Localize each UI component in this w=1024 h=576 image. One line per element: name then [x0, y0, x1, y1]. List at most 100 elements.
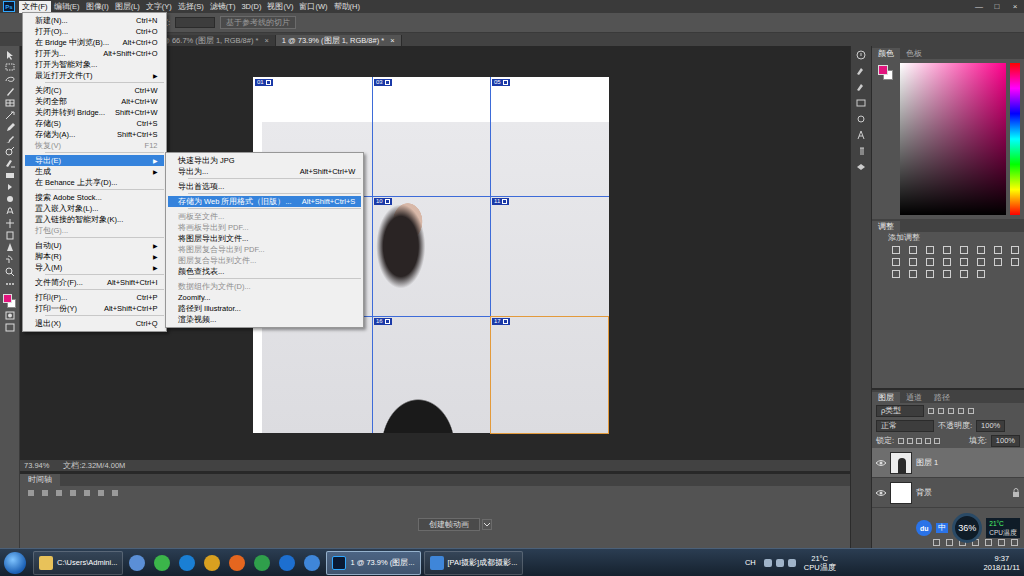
foreground-swatch[interactable] [3, 294, 12, 303]
menu-item-row[interactable]: 导出首选项... [168, 181, 361, 192]
menu-item-row[interactable]: 文件简介(F)...Alt+Shift+Ctrl+I [25, 277, 164, 288]
pinned-app[interactable] [226, 552, 248, 574]
tab-close-button[interactable]: × [390, 35, 394, 46]
hue-slider[interactable] [1010, 63, 1020, 215]
animation-mode-dropdown[interactable] [482, 519, 492, 530]
panel-tab[interactable]: 路径 [928, 392, 956, 403]
tool-button[interactable] [4, 278, 16, 288]
adjustment-button[interactable] [943, 270, 951, 278]
tray-icon[interactable] [788, 559, 796, 567]
lock-button[interactable] [898, 438, 904, 444]
document-tab[interactable]: 1 @ 66.7% (图层 1, RGB/8#) *× [150, 35, 276, 46]
pinned-app[interactable] [201, 552, 223, 574]
document-tab[interactable]: 1 @ 73.9% (图层 1, RGB/8#) *× [276, 35, 402, 46]
tool-button[interactable] [4, 74, 16, 84]
slice[interactable]: 05 [490, 77, 609, 195]
menu-item-row[interactable]: 脚本(R)▶ [25, 251, 164, 262]
slice[interactable]: 16 [372, 316, 491, 434]
pinned-app[interactable] [251, 552, 273, 574]
menu-item-row[interactable]: 在 Behance 上共享(D)... [25, 177, 164, 188]
adjustment-button[interactable] [892, 246, 900, 254]
panel-toggle-button[interactable] [855, 66, 867, 76]
menu-bar-item[interactable]: 滤镜(T) [207, 1, 239, 13]
pinned-app[interactable] [301, 552, 323, 574]
menu-bar-item[interactable]: 图层(L) [112, 1, 143, 13]
tool-button[interactable] [4, 218, 16, 228]
menu-item-row[interactable]: 存储为(A)...Shift+Ctrl+S [25, 129, 164, 140]
tray-icon[interactable] [764, 559, 772, 567]
menu-item-row[interactable]: 路径到 Illustrator... [168, 303, 361, 314]
adjustment-button[interactable] [994, 258, 1002, 266]
menu-bar-item[interactable]: 帮助(H) [331, 1, 363, 13]
layer-action-button[interactable] [998, 539, 1005, 546]
slice[interactable]: 10 [372, 196, 491, 314]
adjustment-button[interactable] [977, 270, 985, 278]
adjustments-tab[interactable]: 调整 [872, 221, 900, 232]
visibility-toggle[interactable] [876, 459, 886, 467]
menu-item-row[interactable]: 打开为智能对象... [25, 59, 164, 70]
menu-item-row[interactable]: 关闭全部Alt+Ctrl+W [25, 96, 164, 107]
lock-button[interactable] [925, 438, 931, 444]
tool-button[interactable] [4, 146, 16, 156]
panel-toggle-button[interactable] [855, 82, 867, 92]
panel-toggle-button[interactable] [855, 50, 867, 60]
adjustment-button[interactable] [977, 246, 985, 254]
screen-mode-button[interactable] [4, 322, 16, 332]
filter-button[interactable] [928, 408, 934, 414]
tool-button[interactable] [4, 98, 16, 108]
pinned-app[interactable] [126, 552, 148, 574]
layer-action-button[interactable] [946, 539, 953, 546]
menu-item-row[interactable]: 导出为...Alt+Shift+Ctrl+W [168, 166, 361, 177]
slice[interactable]: 03 [372, 77, 491, 195]
panel-toggle-button[interactable] [855, 130, 867, 140]
menu-bar-item[interactable]: 图像(I) [83, 1, 112, 13]
menu-item-row[interactable]: 存储为 Web 所用格式（旧版）...Alt+Shift+Ctrl+S [168, 196, 361, 207]
tool-button[interactable] [4, 110, 16, 120]
tool-button[interactable] [4, 86, 16, 96]
saturation-field[interactable] [900, 63, 1006, 215]
adjustment-button[interactable] [994, 246, 1002, 254]
menu-bar-item[interactable]: 编辑(E) [51, 1, 83, 13]
language-indicator[interactable]: CH [745, 558, 756, 567]
taskbar-item[interactable]: [PAI摄影]成都摄影... [424, 551, 524, 575]
adjustment-button[interactable] [926, 258, 934, 266]
tool-button[interactable] [4, 170, 16, 180]
tool-button[interactable] [4, 122, 16, 132]
playback-button[interactable] [42, 490, 48, 496]
panel-toggle-button[interactable] [855, 146, 867, 156]
opacity-field[interactable]: 100% [976, 420, 1005, 432]
adjustment-button[interactable] [892, 270, 900, 278]
menu-item-row[interactable]: 退出(X)Ctrl+Q [25, 318, 164, 329]
tool-button[interactable] [4, 194, 16, 204]
adjustment-button[interactable] [1011, 246, 1019, 254]
menu-item-row[interactable]: 打开为...Alt+Shift+Ctrl+O [25, 48, 164, 59]
menu-item-row[interactable]: 关闭并转到 Bridge...Shift+Ctrl+W [25, 107, 164, 118]
playback-button[interactable] [28, 490, 34, 496]
menu-item-row[interactable]: 搜索 Adobe Stock... [25, 192, 164, 203]
menu-item-row[interactable]: 快速导出为 JPG [168, 155, 361, 166]
adjustment-button[interactable] [943, 246, 951, 254]
adjustment-button[interactable] [909, 270, 917, 278]
tool-button[interactable] [4, 134, 16, 144]
playback-button[interactable] [84, 490, 90, 496]
tool-button[interactable] [4, 62, 16, 72]
menu-item-row[interactable]: 导入(M)▶ [25, 262, 164, 273]
layer-action-button[interactable] [933, 539, 940, 546]
tool-button[interactable] [4, 254, 16, 264]
pinned-app[interactable] [176, 552, 198, 574]
window-control-button[interactable]: — [970, 2, 988, 11]
adjustment-button[interactable] [926, 270, 934, 278]
menu-bar-item[interactable]: 窗口(W) [296, 1, 330, 13]
clock[interactable]: 9:372018/11/11 [984, 554, 1020, 572]
menu-item-row[interactable]: 颜色查找表... [168, 266, 361, 277]
menu-item-row[interactable]: 关闭(C)Ctrl+W [25, 85, 164, 96]
layer-action-button[interactable] [985, 539, 992, 546]
layer-row[interactable]: 背景 [872, 478, 1024, 508]
tool-button[interactable] [4, 266, 16, 276]
panel-tab[interactable]: 颜色 [872, 48, 900, 59]
blend-mode-select[interactable]: 正常 [876, 420, 934, 432]
menu-item-row[interactable]: 生成▶ [25, 166, 164, 177]
menu-item-row[interactable]: 置入嵌入对象(L)... [25, 203, 164, 214]
slice[interactable]: 11 [490, 196, 609, 314]
playback-button[interactable] [98, 490, 104, 496]
